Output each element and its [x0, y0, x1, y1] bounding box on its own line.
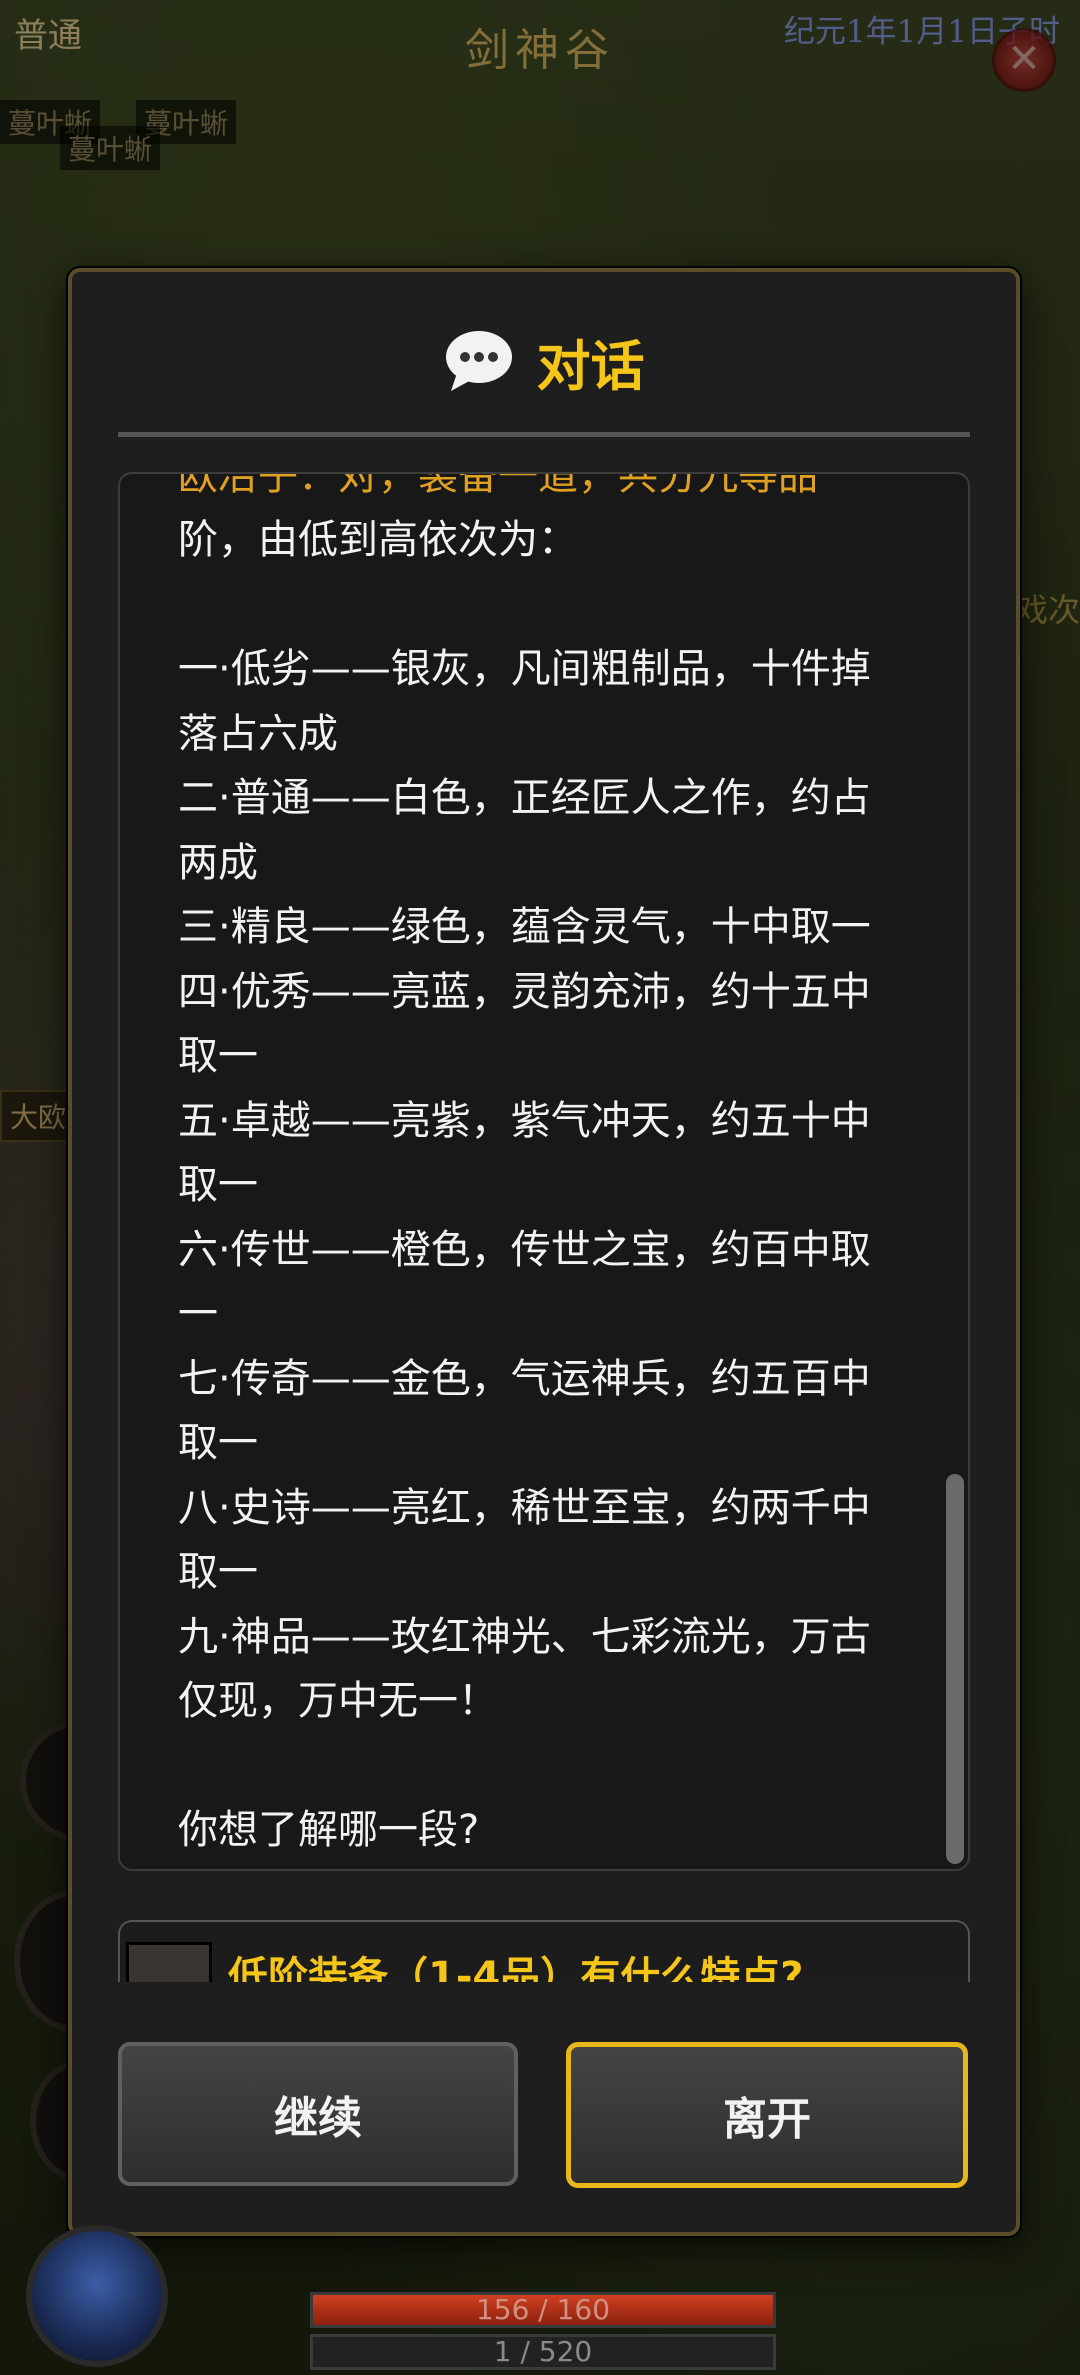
dialog-line: 四·优秀——亮蓝，灵韵充沛，约十五中: [178, 968, 871, 1015]
dialog-line: 阶，由低到高依次为：: [178, 517, 578, 563]
dialog-line: 你想了解哪一段?: [178, 1807, 480, 1853]
dialog-line: 落占六成: [178, 710, 338, 757]
dialog-line: 取一: [178, 1162, 258, 1208]
dialog-header: 对话: [72, 322, 1016, 402]
dialog-line: 仅现，万中无一！: [178, 1678, 498, 1724]
continue-button[interactable]: 继续: [118, 2042, 518, 2186]
dialog-line: 取一: [178, 1033, 258, 1079]
dialog-line: 八·史诗——亮红，稀世至宝，约两千中: [178, 1484, 871, 1531]
dialog-line: [178, 1734, 928, 1799]
dialog-text-content: 欧冶子：对，装备一道，共分九等品 阶，由低到高依次为： 一·低劣——银灰，凡间粗制…: [178, 472, 928, 1863]
mp-bar: 1 / 520: [310, 2334, 776, 2370]
dialog-line: 三·精良——绿色，蕴含灵气，十中取一: [178, 904, 871, 950]
dialog-text-panel[interactable]: 欧冶子：对，装备一道，共分九等品 阶，由低到高依次为： 一·低劣——银灰，凡间粗制…: [118, 472, 970, 1871]
avatar[interactable]: [26, 2225, 168, 2367]
item-icon: [126, 1942, 212, 1982]
dialog-window: 对话 欧冶子：对，装备一道，共分九等品 阶，由低到高依次为： 一·低劣——银灰，凡…: [68, 268, 1020, 2236]
dialog-option[interactable]: 低阶装备（1-4品）有什么特点?: [118, 1920, 970, 1982]
leave-button[interactable]: 离开: [566, 2042, 968, 2188]
dialog-line: 六·传世——橙色，传世之宝，约百中取: [178, 1226, 871, 1273]
speaker-line: 欧冶子：对，装备一道，共分九等品: [178, 472, 818, 499]
hp-bar: 156 / 160: [310, 2292, 776, 2328]
dialog-line: 九·神品——玫红神光、七彩流光，万古: [178, 1613, 871, 1660]
dialog-lines: 阶，由低到高依次为： 一·低劣——银灰，凡间粗制品，十件掉 落占六成二·普通——白色…: [178, 508, 928, 1863]
dialog-line: 五·卓越——亮紫，紫气冲天，约五十中: [178, 1097, 871, 1144]
dialog-line: 两成: [178, 839, 258, 886]
dialog-line: 取一: [178, 1549, 258, 1595]
scrollbar[interactable]: [946, 1474, 964, 1864]
dialog-line: 一: [178, 1291, 218, 1337]
dialog-title: 对话: [536, 335, 645, 398]
dialog-line: 一·低劣——银灰，凡间粗制品，十件掉: [178, 646, 871, 692]
dialog-option-label: 低阶装备（1-4品）有什么特点?: [228, 1954, 804, 1982]
dialog-line: 七·传奇——金色，气运神兵，约五百中: [178, 1355, 871, 1402]
chat-bubble-icon: [443, 327, 515, 397]
dialog-line: [178, 573, 928, 638]
dialog-line: 二·普通——白色，正经匠人之作，约占: [178, 775, 871, 821]
dialog-line: 取一: [178, 1420, 258, 1466]
divider: [118, 432, 970, 437]
